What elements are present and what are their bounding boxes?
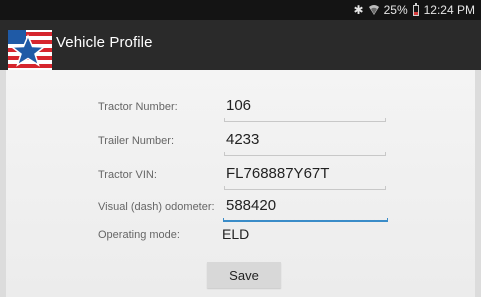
save-button[interactable]: Save: [207, 262, 281, 288]
tractor-number-underline: [224, 118, 386, 122]
trailer-number-input[interactable]: 4233: [226, 131, 259, 148]
tractor-number-row: Tractor Number: 106: [0, 92, 481, 126]
wifi-icon: [368, 5, 379, 15]
tractor-vin-underline: [224, 186, 386, 190]
operating-mode-label: Operating mode:: [98, 229, 180, 241]
status-bar-indicators: ✱ 25% 12:24 PM: [353, 2, 475, 17]
page-title: Vehicle Profile: [56, 34, 153, 51]
tractor-vin-input[interactable]: FL768887Y67T: [226, 165, 329, 182]
star-flag-logo[interactable]: [8, 30, 52, 70]
trailer-number-label: Trailer Number:: [98, 135, 174, 147]
tractor-vin-row: Tractor VIN: FL768887Y67T: [0, 160, 481, 194]
battery-percent: 25%: [383, 3, 408, 17]
operating-mode-value: ELD: [222, 226, 250, 242]
odometer-label: Visual (dash) odometer:: [98, 201, 215, 213]
tractor-number-label: Tractor Number:: [98, 101, 178, 113]
battery-icon: [412, 2, 419, 16]
trailer-number-underline: [224, 152, 386, 156]
app-bar: Vehicle Profile: [0, 20, 481, 70]
tractor-number-input[interactable]: 106: [226, 97, 251, 114]
status-bar: ✱ 25% 12:24 PM: [0, 0, 481, 20]
odometer-input[interactable]: 588420: [226, 197, 276, 214]
trailer-number-row: Trailer Number: 4233: [0, 126, 481, 160]
clock-time: 12:24 PM: [423, 3, 475, 17]
tractor-vin-label: Tractor VIN:: [98, 169, 157, 181]
operating-mode-row: Operating mode: ELD: [0, 220, 481, 254]
bluetooth-icon: ✱: [353, 3, 364, 17]
